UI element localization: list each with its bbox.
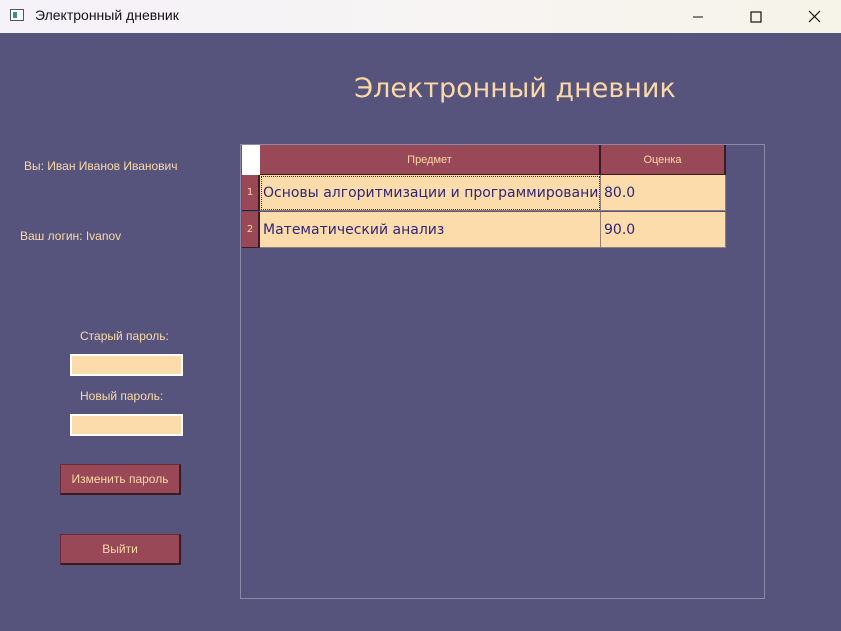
page-title: Электронный дневник [354, 73, 676, 104]
exit-button[interactable]: Выйти [60, 534, 181, 565]
table-corner[interactable] [242, 145, 260, 175]
old-password-field[interactable] [70, 354, 183, 376]
minimize-button[interactable] [668, 0, 728, 33]
row-header[interactable]: 1 [242, 175, 260, 211]
table-cell-subject[interactable]: Математический анализ [260, 212, 601, 248]
table-cell-grade[interactable]: 90.0 [601, 212, 726, 248]
close-button[interactable] [784, 0, 841, 33]
new-password-field[interactable] [70, 414, 183, 436]
column-header-subject[interactable]: Предмет [260, 145, 601, 175]
maximize-icon [750, 10, 762, 23]
window-title: Электронный дневник [35, 7, 179, 23]
row-header[interactable]: 2 [242, 212, 260, 248]
new-password-label: Новый пароль: [80, 389, 164, 403]
user-login-label: Ваш логин: Ivanov [20, 229, 122, 243]
title-bar: Электронный дневник [0, 0, 841, 33]
close-icon [808, 10, 820, 23]
old-password-label: Старый пароль: [80, 329, 169, 343]
table-cell-grade[interactable]: 80.0 [601, 175, 726, 211]
change-password-button[interactable]: Изменить пароль [60, 464, 181, 495]
table-cell-subject[interactable]: Основы алгоритмизации и программирования [260, 175, 601, 211]
maximize-button[interactable] [726, 0, 786, 33]
app-icon [10, 9, 24, 21]
user-fio-label: Вы: Иван Иванов Иванович [24, 159, 178, 173]
minimize-icon [693, 16, 703, 17]
column-header-grade[interactable]: Оценка [601, 145, 726, 175]
